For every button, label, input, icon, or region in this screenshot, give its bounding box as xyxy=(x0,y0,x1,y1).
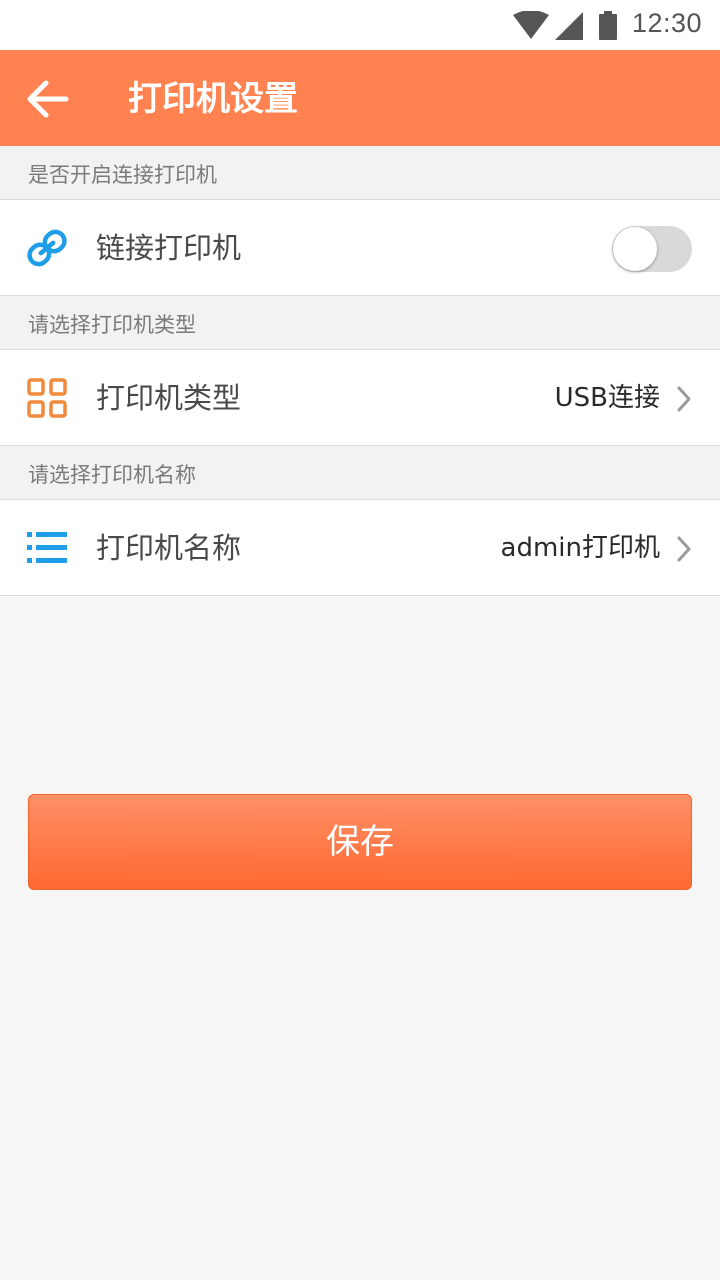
printer-name-label: 打印机名称 xyxy=(96,531,242,565)
chevron-right-icon xyxy=(677,536,691,562)
printer-name-row[interactable]: 打印机名称 admin打印机 xyxy=(0,500,720,596)
section-header-label: 是否开启连接打印机 xyxy=(28,163,217,187)
app-bar: 打印机设置 xyxy=(0,50,720,146)
printer-type-row[interactable]: 打印机类型 USB连接 xyxy=(0,350,720,446)
section-header-label: 请选择打印机类型 xyxy=(28,313,196,337)
connect-printer-toggle[interactable] xyxy=(612,226,692,272)
status-bar: 12:30 xyxy=(0,0,720,50)
chevron-right-icon xyxy=(677,386,691,412)
wifi-icon xyxy=(513,11,549,39)
arrow-left-icon[interactable] xyxy=(22,76,72,122)
section-header-label: 请选择打印机名称 xyxy=(28,463,196,487)
printer-name-value: admin打印机 xyxy=(500,533,660,563)
section-header-type: 请选择打印机类型 xyxy=(0,296,720,350)
save-button[interactable]: 保存 xyxy=(28,794,692,890)
grid-icon xyxy=(27,378,67,418)
connect-printer-label: 链接打印机 xyxy=(96,231,242,265)
toggle-knob xyxy=(613,227,657,271)
connect-printer-row[interactable]: 链接打印机 xyxy=(0,200,720,296)
battery-icon xyxy=(599,11,617,40)
section-header-connect: 是否开启连接打印机 xyxy=(0,146,720,200)
list-icon xyxy=(27,532,67,563)
printer-type-value: USB连接 xyxy=(554,383,660,413)
page-title: 打印机设置 xyxy=(128,79,298,119)
status-time: 12:30 xyxy=(632,8,703,38)
section-header-name: 请选择打印机名称 xyxy=(0,446,720,500)
link-icon xyxy=(27,229,67,267)
printer-type-label: 打印机类型 xyxy=(96,381,242,415)
cellular-signal-icon xyxy=(555,12,583,40)
